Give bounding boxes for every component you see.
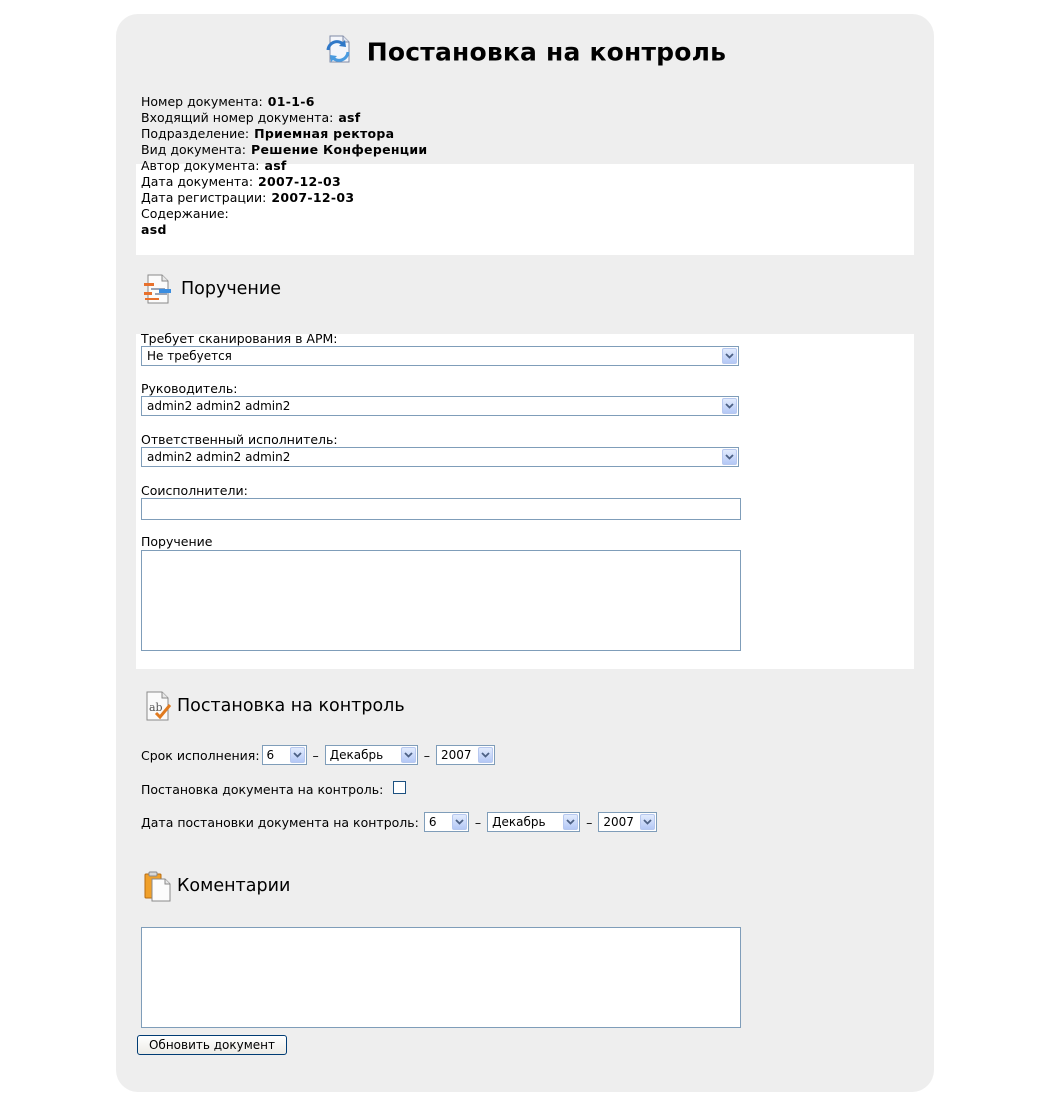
- info-row: Входящий номер документа: asf: [136, 110, 914, 126]
- info-row: Дата документа: 2007-12-03: [141, 174, 919, 190]
- chevron-down-icon[interactable]: [722, 398, 737, 414]
- info-value: 2007-12-03: [258, 174, 341, 189]
- page-title: Постановка на контроль: [116, 35, 934, 67]
- put-on-control-label: Постановка документа на контроль:: [141, 782, 384, 797]
- control-day-value: 6: [428, 815, 437, 829]
- deadline-day-select[interactable]: 6: [261, 745, 307, 765]
- info-label: Подразделение:: [141, 126, 250, 141]
- chevron-down-icon[interactable]: [289, 747, 305, 763]
- manager-label: Руководитель:: [141, 381, 238, 396]
- comments-heading-text: Коментарии: [177, 876, 291, 896]
- document-edit-icon: [144, 274, 171, 304]
- chevron-down-icon[interactable]: [478, 747, 494, 763]
- put-on-control-row: Постановка документа на контроль:: [141, 781, 407, 797]
- info-value: Решение Конференции: [251, 142, 428, 157]
- order-label: Поручение: [141, 534, 213, 549]
- info-row: Дата регистрации: 2007-12-03: [141, 190, 919, 206]
- control-day-select[interactable]: 6: [423, 812, 469, 832]
- content-value: asd: [141, 222, 167, 237]
- date-separator: –: [423, 747, 431, 763]
- deadline-month-select[interactable]: Декабрь: [324, 745, 418, 765]
- clipboard-icon: [144, 871, 171, 902]
- comments-heading: Коментарии: [141, 869, 290, 903]
- deadline-month-value: Декабрь: [329, 748, 384, 762]
- deadline-label: Срок исполнения:: [141, 747, 260, 763]
- control-month-select[interactable]: Декабрь: [487, 812, 581, 832]
- update-document-button[interactable]: Обновить документ: [137, 1035, 287, 1055]
- deadline-year-value: 2007: [441, 748, 472, 762]
- chevron-down-icon[interactable]: [722, 348, 737, 364]
- scan-label: Требует сканирования в АРМ:: [141, 331, 338, 346]
- page-title-text: Постановка на контроль: [366, 37, 727, 67]
- document-refresh-icon: [326, 35, 350, 63]
- order-textarea[interactable]: [141, 550, 741, 651]
- assignment-heading: Поручение: [141, 272, 281, 306]
- info-label: Дата документа:: [141, 174, 254, 189]
- put-on-control-checkbox[interactable]: [393, 781, 407, 794]
- control-heading: ab Постановка на контроль: [141, 689, 405, 723]
- document-info-bottom: Автор документа: asf Дата документа: 2007-…: [141, 158, 919, 238]
- content-label: Содержание:: [141, 206, 229, 221]
- info-row: Подразделение: Приемная ректора: [136, 126, 914, 142]
- scan-select-value: Не требуется: [147, 349, 232, 363]
- chevron-down-icon[interactable]: [400, 747, 416, 763]
- coexecutors-input[interactable]: [141, 498, 741, 520]
- manager-select[interactable]: admin2 admin2 admin2: [141, 396, 739, 416]
- chevron-down-icon[interactable]: [640, 814, 656, 830]
- date-separator: –: [474, 814, 482, 830]
- deadline-day-value: 6: [266, 748, 275, 762]
- coexecutors-label: Соисполнители:: [141, 483, 248, 498]
- info-value: Приемная ректора: [254, 126, 395, 141]
- info-label: Автор документа:: [141, 158, 260, 173]
- info-value: 01-1-6: [267, 94, 315, 109]
- document-info-top: Номер документа: 01-1-6 Входящий номер до…: [136, 94, 914, 158]
- info-label: Вид документа:: [141, 142, 246, 157]
- info-label: Дата регистрации:: [141, 190, 267, 205]
- manager-select-value: admin2 admin2 admin2: [147, 399, 291, 413]
- info-label: Номер документа:: [141, 94, 263, 109]
- info-row: Номер документа: 01-1-6: [136, 94, 914, 110]
- scan-select[interactable]: Не требуется: [141, 346, 739, 366]
- svg-text:ab: ab: [149, 701, 163, 714]
- control-date-label: Дата постановки документа на контроль:: [141, 814, 419, 830]
- executor-select[interactable]: admin2 admin2 admin2: [141, 447, 739, 467]
- deadline-year-select[interactable]: 2007: [436, 745, 496, 765]
- control-date-row: Дата постановки документа на контроль: 6…: [141, 812, 658, 832]
- control-year-value: 2007: [603, 815, 634, 829]
- chevron-down-icon[interactable]: [722, 449, 737, 465]
- info-value: 2007-12-03: [271, 190, 355, 205]
- info-value: asf: [338, 110, 361, 125]
- date-separator: –: [586, 814, 593, 830]
- comments-textarea[interactable]: [141, 927, 741, 1028]
- chevron-down-icon[interactable]: [451, 814, 467, 830]
- info-label: Входящий номер документа:: [141, 110, 334, 125]
- assignment-heading-text: Поручение: [181, 279, 282, 299]
- date-separator: –: [312, 747, 319, 763]
- spellcheck-icon: ab: [146, 691, 172, 721]
- executor-label: Ответственный исполнитель:: [141, 432, 338, 447]
- chevron-down-icon[interactable]: [563, 814, 579, 830]
- deadline-row: Срок исполнения: 6 – Декабрь – 2007: [141, 745, 496, 765]
- main-panel: Постановка на контроль Номер документа: 0…: [116, 14, 934, 1092]
- executor-select-value: admin2 admin2 admin2: [147, 450, 291, 464]
- info-row: Автор документа: asf: [141, 158, 919, 174]
- info-row: Вид документа: Решение Конференции: [136, 142, 914, 158]
- control-year-select[interactable]: 2007: [598, 812, 658, 832]
- info-value: asf: [264, 158, 287, 173]
- control-heading-text: Постановка на контроль: [177, 696, 405, 716]
- control-month-value: Декабрь: [492, 815, 546, 829]
